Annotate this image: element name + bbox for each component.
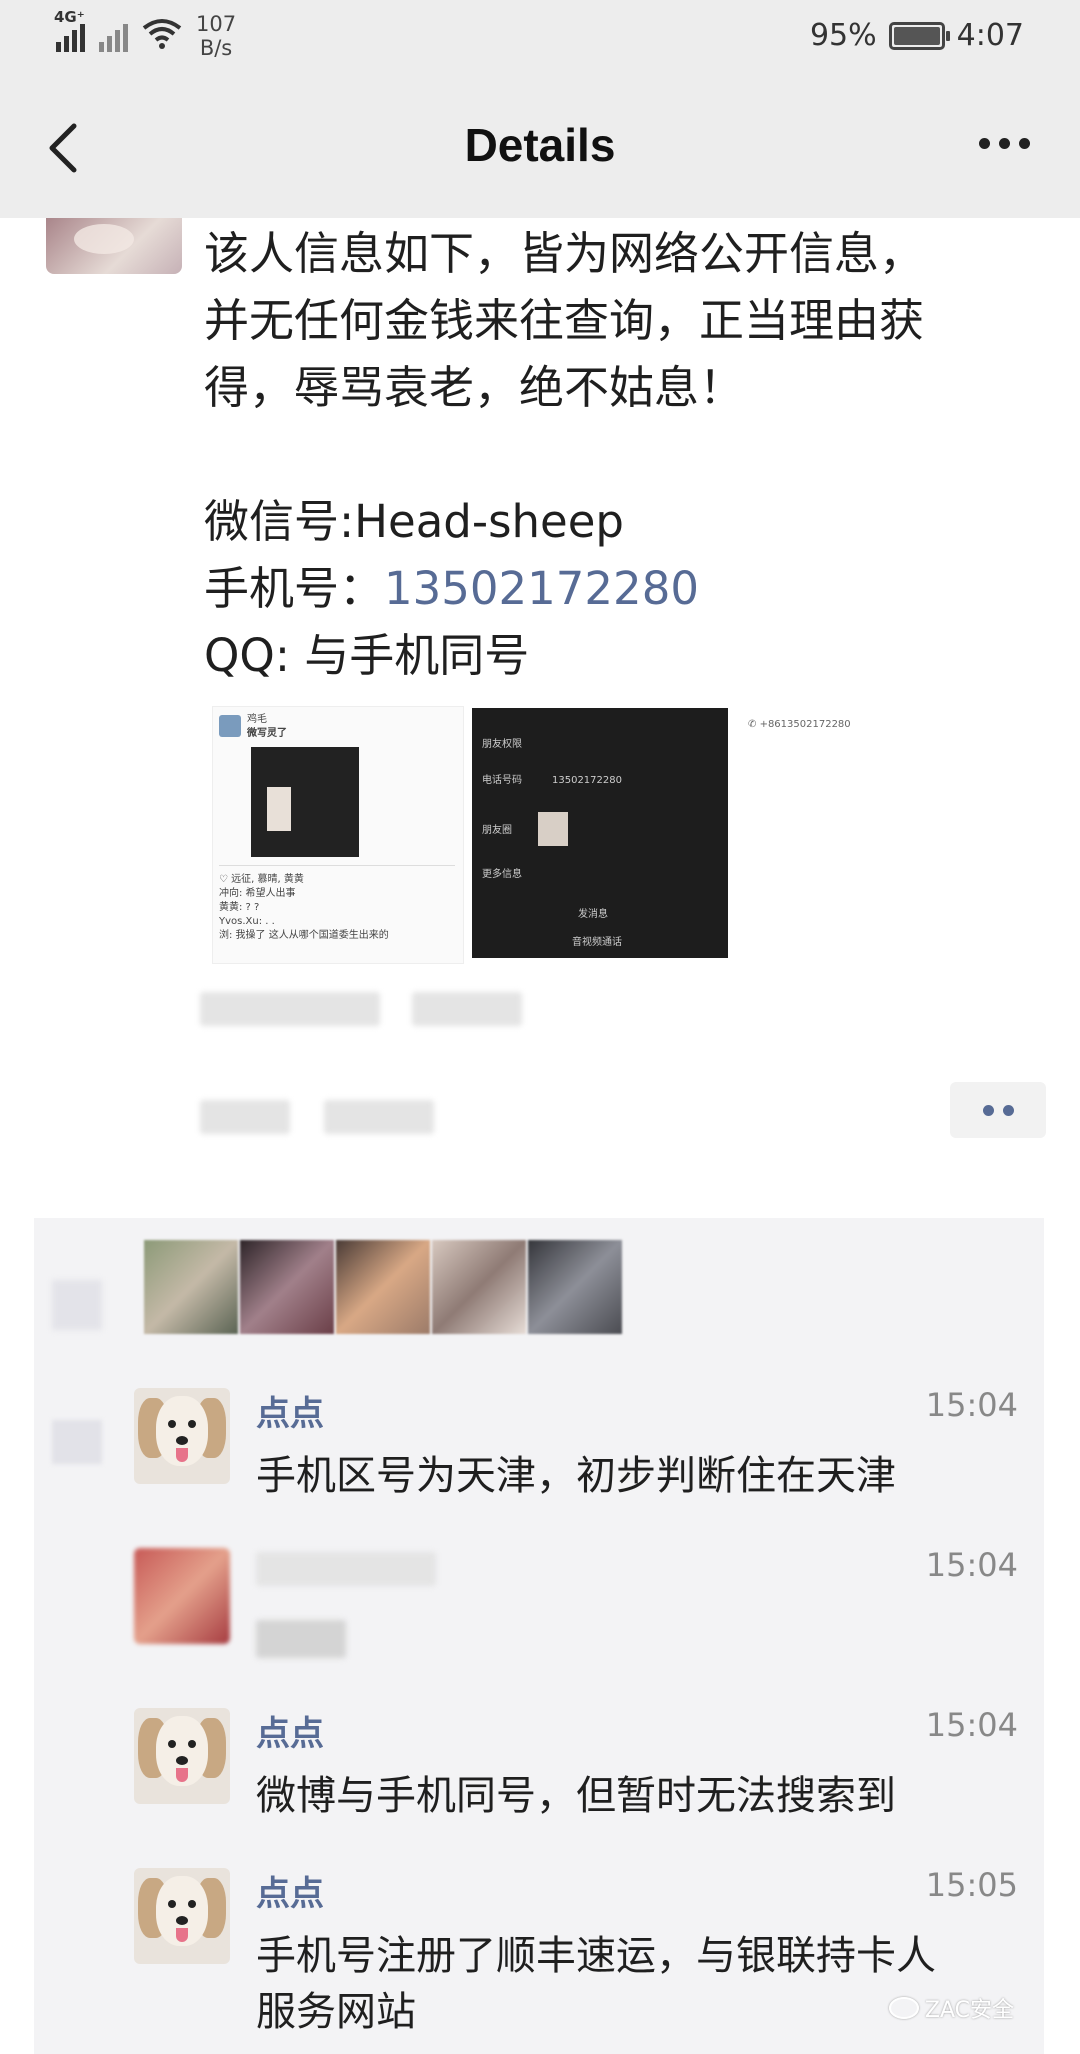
thumb-row: 朋友圈	[482, 825, 512, 836]
like-avatar[interactable]	[432, 1240, 526, 1334]
wechat-id-line: 微信号:Head-sheep	[204, 488, 1034, 555]
comment-text: 微博与手机同号，但暂时无法搜索到	[256, 1773, 896, 1819]
comment-author[interactable]: 点点	[256, 1866, 324, 1915]
thumb-row: 更多信息	[482, 869, 522, 880]
like-avatars	[144, 1240, 622, 1334]
post-image-3[interactable]: ✆ +8613502172280	[734, 708, 998, 966]
status-bar: 4G⁺ 107 B/s 95% 4:07	[0, 0, 1080, 76]
thumb-line: 冲向: 希望人出事	[219, 888, 296, 899]
post-image-1[interactable]: 鸡毛 微写灵了 ♡ 远征, 慕晴, 黄黄 冲向: 希望人出事 黄黄: ? ? Y…	[212, 706, 464, 964]
comment-time: 15:04	[925, 1386, 1018, 1424]
thumb-row: 电话号码	[482, 775, 522, 786]
wechat-logo-icon	[888, 1997, 919, 2019]
cell-signal-icon: 4G⁺	[54, 8, 85, 52]
thumb-line: 浏: 我操了 这人从哪个国道委生出来的	[219, 930, 389, 941]
network-type: 4G⁺	[54, 8, 85, 26]
thumb-row: 朋友权限	[482, 739, 522, 750]
like-avatar[interactable]	[144, 1240, 238, 1334]
thumb-comments: ♡ 远征, 慕晴, 黄黄 冲向: 希望人出事 黄黄: ? ? Yvos.Xu: …	[219, 873, 389, 943]
battery-percent: 95%	[809, 18, 877, 53]
comment-text: 手机号注册了顺丰速运，与银联持卡人服务网站	[256, 1933, 936, 2035]
post-image-2[interactable]: 朋友权限 电话号码 13502172280 朋友圈 更多信息 发消息 音视频通话	[472, 708, 728, 958]
thumb-phone: +8613502172280	[759, 719, 851, 730]
thumb-phone-row: ✆ +8613502172280	[748, 719, 851, 730]
post-source-blurred	[200, 1100, 290, 1134]
battery-icon	[888, 21, 950, 50]
wifi-icon	[142, 19, 182, 49]
wechat-value: Head-sheep	[354, 495, 624, 548]
avatar[interactable]	[134, 1548, 230, 1644]
page-title: Details	[464, 119, 616, 171]
like-avatar[interactable]	[336, 1240, 430, 1334]
net-speed-unit: B/s	[199, 36, 233, 60]
thumb-line: 黄黄: ? ?	[219, 902, 260, 913]
post-line: 该人信息如下，皆为网络公开信息，	[204, 227, 925, 280]
cell-signal-2-icon	[99, 14, 128, 52]
avatar[interactable]	[134, 1388, 230, 1484]
avatar[interactable]	[134, 1708, 230, 1804]
qq-line: QQ: 与手机同号	[204, 629, 530, 682]
wechat-label: 微信号:	[204, 495, 355, 548]
watermark-text: ZAC安全	[924, 1998, 1014, 2023]
post-line: 并无任何金钱来往查询，正当理由获	[204, 294, 925, 347]
net-speed-value: 107	[196, 12, 237, 36]
net-speed: 107 B/s	[196, 12, 236, 60]
status-left: 4G⁺ 107 B/s	[54, 8, 236, 60]
like-avatar[interactable]	[528, 1240, 622, 1334]
phone-line: 手机号：13502172280	[204, 555, 1034, 622]
thumb-avatar	[219, 715, 241, 737]
thumb-photo	[267, 787, 291, 831]
avatar[interactable]	[134, 1868, 230, 1964]
comment-time: 15:05	[925, 1866, 1018, 1904]
comment-time: 15:04	[925, 1546, 1018, 1584]
phone-label: 手机号：	[204, 562, 385, 615]
comment-author[interactable]: 点点	[256, 1706, 324, 1755]
status-right: 95% 4:07	[810, 18, 1024, 53]
comment-dots-icon[interactable]	[950, 1082, 1046, 1138]
thumb-line: Yvos.Xu: . .	[219, 916, 275, 927]
thumb-name: 鸡毛	[247, 714, 267, 725]
likes-comments-panel: 点点 15:04 手机区号为天津，初步判断住在天津 15:04 点点 15:04…	[34, 1218, 1044, 2054]
like-avatar[interactable]	[240, 1240, 334, 1334]
thumb-phone: 13502172280	[552, 775, 622, 786]
thumb-caption: 微写灵了	[247, 728, 287, 739]
clock: 4:07	[956, 18, 1024, 53]
heart-icon	[52, 1280, 102, 1330]
comment-text-blurred	[256, 1620, 346, 1658]
comment-author-blurred	[256, 1552, 436, 1586]
post-source-blurred-2	[324, 1100, 434, 1134]
comment-author[interactable]: 点点	[256, 1386, 324, 1435]
thumb-photo	[538, 812, 568, 846]
poster-avatar[interactable]	[46, 218, 182, 274]
comment-icon	[52, 1420, 102, 1464]
thumb-dark-card	[251, 747, 359, 857]
post-line: 得，辱骂袁老，绝不姑息！	[204, 361, 745, 414]
thumb-action: 发消息	[578, 909, 608, 920]
watermark: ZAC安全	[888, 1992, 1014, 2024]
thumb-line: ♡ 远征, 慕晴, 黄黄	[219, 874, 304, 885]
post-body: 该人信息如下，皆为网络公开信息， 并无任何金钱来往查询，正当理由获 得，辱骂袁老…	[204, 220, 1034, 689]
thumb-action: 音视频通话	[572, 937, 622, 948]
phone-link[interactable]: 13502172280	[384, 562, 699, 615]
post-delete-blurred	[412, 992, 522, 1026]
comment-text: 手机区号为天津，初步判断住在天津	[256, 1453, 896, 1499]
comment-time: 15:04	[925, 1706, 1018, 1744]
more-dots-icon[interactable]	[979, 138, 1030, 149]
nav-bar: Details	[0, 76, 1080, 218]
post-time-blurred	[200, 992, 380, 1026]
